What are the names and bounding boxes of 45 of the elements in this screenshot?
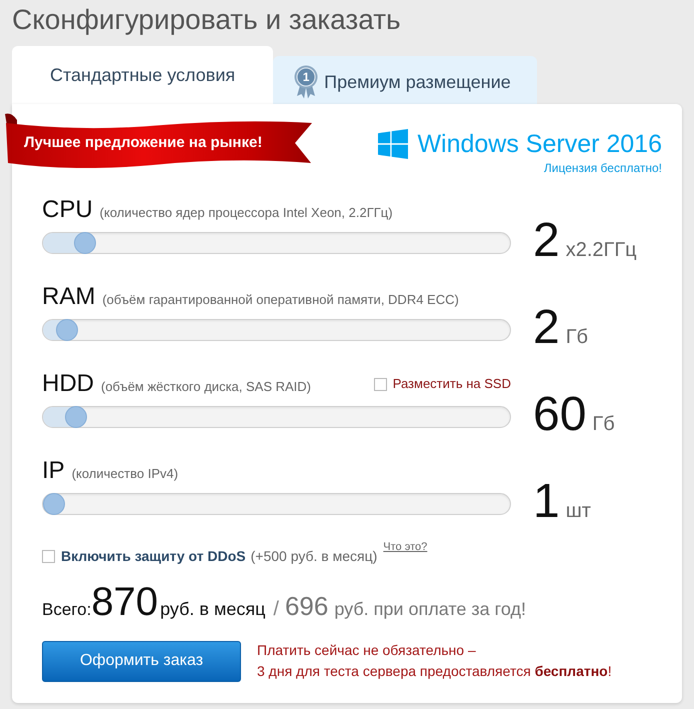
slider-description: (объём гарантированной оперативной памяти, DDR4 ECC) bbox=[102, 291, 459, 309]
product-name: Windows Server 2016 bbox=[417, 129, 662, 160]
tab[interactable]: Стандартные условия bbox=[12, 46, 274, 104]
ssd-checkbox[interactable] bbox=[374, 378, 387, 390]
slider-thumb[interactable] bbox=[65, 406, 88, 428]
tab[interactable]: 1 Премиум размещение bbox=[273, 56, 537, 104]
windows-logo-icon bbox=[378, 129, 408, 159]
slider-description: (количество ядер процессора Intel Xeon, 2.2ГГц) bbox=[100, 204, 393, 222]
license-note: Лицензия бесплатно! bbox=[544, 160, 662, 176]
yearly-price: 696 bbox=[284, 590, 328, 623]
total-label: Всего: bbox=[42, 599, 92, 621]
slider-thumb[interactable] bbox=[56, 319, 78, 341]
slider-label: IP bbox=[42, 457, 65, 485]
slider-thumb[interactable] bbox=[43, 493, 65, 515]
slider-description: (объём жёсткого диска, SAS RAID) bbox=[101, 378, 312, 396]
slider-track[interactable] bbox=[42, 493, 511, 515]
slider-label: RAM bbox=[42, 283, 96, 311]
slider-track[interactable] bbox=[42, 406, 511, 428]
slider-label: HDD bbox=[42, 370, 94, 398]
yearly-period: руб. при оплате за год! bbox=[334, 598, 526, 621]
order-button[interactable]: Оформить заказ bbox=[42, 640, 241, 682]
slider-unit: шт bbox=[566, 501, 591, 521]
what-is-this-link[interactable]: Что это? bbox=[383, 540, 428, 554]
ddos-checkbox[interactable] bbox=[42, 550, 55, 562]
slider-unit: Гб bbox=[566, 327, 588, 347]
slider-unit: Гб bbox=[592, 414, 615, 434]
monthly-price: 870 bbox=[91, 582, 158, 622]
checkbox-label[interactable]: Разместить на SSD bbox=[392, 374, 511, 394]
page-title: Сконфигурировать и заказать bbox=[11, 3, 402, 37]
promo-ribbon: Лучшее предложение на рынке! bbox=[3, 112, 313, 168]
slider-thumb[interactable] bbox=[74, 232, 96, 254]
ddos-price: (+500 руб. в месяц) bbox=[250, 546, 378, 566]
slider-value: 2 bbox=[533, 304, 560, 352]
slider-unit: x2.2ГГц bbox=[566, 240, 637, 260]
note-text: Платить сейчас не обязательно – 3 дня для теста сервера предоставляется бесплатно! bbox=[257, 641, 612, 681]
slider-track[interactable] bbox=[42, 232, 511, 254]
slider-description: (количество IPv4) bbox=[72, 465, 178, 483]
slider-value: 2 bbox=[533, 217, 560, 265]
ddos-label[interactable]: Включить защиту от DDoS bbox=[61, 546, 246, 566]
slider-value: 1 bbox=[533, 478, 560, 526]
slider-value: 60 bbox=[533, 391, 586, 439]
slider-label: CPU bbox=[42, 196, 93, 224]
monthly-period: руб. в месяц bbox=[160, 598, 266, 621]
slider-track[interactable] bbox=[42, 319, 511, 341]
price-separator: / bbox=[273, 597, 279, 622]
